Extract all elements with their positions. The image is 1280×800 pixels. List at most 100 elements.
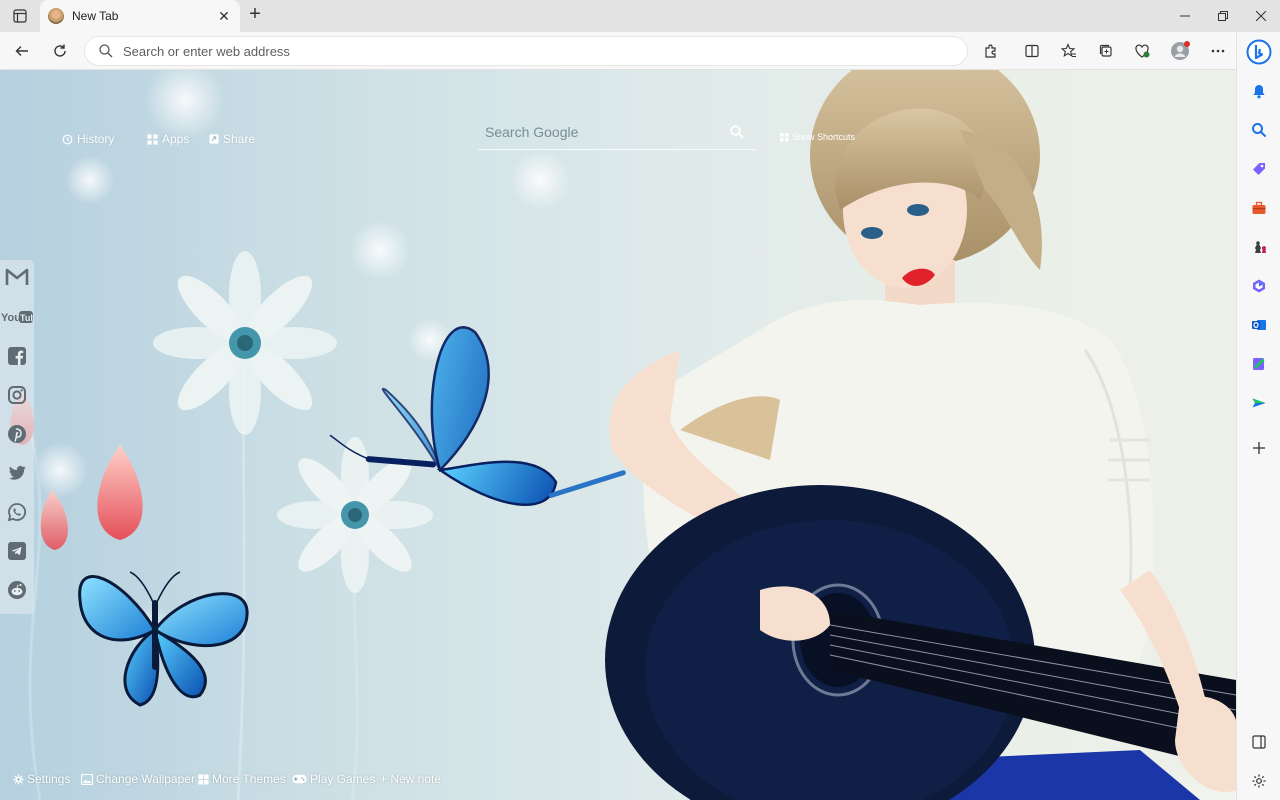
whatsapp-icon [7,503,26,522]
close-window-button[interactable] [1242,0,1280,32]
outlook-icon [1252,320,1266,330]
plus-icon [1253,442,1265,454]
title-bar: New Tab ✕ + [0,0,1280,32]
more-themes-label: More Themes [212,772,286,786]
apps-grid-icon [147,133,158,145]
twitter-link[interactable] [4,460,30,486]
restore-icon [1218,11,1228,21]
facebook-link[interactable] [4,343,30,369]
tab-favicon-icon [48,8,64,24]
hide-sidebar-button[interactable] [1249,732,1269,752]
sidebar-toggle-icon [1252,735,1266,749]
more-themes-link[interactable]: More Themes [198,772,286,786]
settings-and-more-button[interactable] [1204,37,1232,65]
whatsapp-link[interactable] [4,499,30,525]
share-label: Share [223,132,256,146]
split-screen-icon [1025,44,1039,58]
refresh-button[interactable] [46,37,74,65]
windows-grid-icon [198,773,209,785]
address-bar[interactable] [84,36,968,66]
new-note-link[interactable]: + New note [380,772,441,786]
wallpaper-image-icon [81,773,93,785]
favorites-button[interactable] [1055,37,1083,65]
show-shortcuts-toggle[interactable]: Show Shortcuts [780,132,855,142]
close-icon [1256,11,1266,21]
settings-link[interactable]: Settings [13,772,70,786]
new-tab-button[interactable]: + [244,4,266,26]
microsoft-365-button[interactable] [1249,276,1269,296]
send-drop-icon [1252,398,1266,408]
games-button[interactable] [1249,237,1269,257]
collections-icon [1099,44,1112,57]
collections-button[interactable] [1092,37,1120,65]
shortcuts-grid-icon [780,132,789,142]
more-dots-icon [1211,49,1225,53]
bing-copilot-button[interactable] [1245,38,1273,66]
search-icon [1252,123,1267,138]
shopping-tag-icon [1253,163,1265,175]
youtube-link[interactable]: YouTube [1,304,33,330]
back-arrow-icon [15,46,28,56]
change-wallpaper-link[interactable]: Change Wallpaper [81,772,195,786]
shopping-button[interactable] [1249,159,1269,179]
profile-button[interactable] [1166,37,1194,65]
apps-link[interactable]: Apps [147,132,189,146]
svg-text:Tube: Tube [20,313,33,323]
restore-button[interactable] [1204,0,1242,32]
browser-essentials-button[interactable] [1128,37,1156,65]
minimize-button[interactable] [1166,0,1204,32]
new-tab-page: History Apps Share Show Shortcuts YouTub… [0,70,1236,800]
gamepad-icon [292,774,307,784]
sidebar-search-button[interactable] [1249,120,1269,140]
google-search-box[interactable] [478,114,756,150]
extensions-puzzle-icon [985,44,996,58]
pinterest-link[interactable] [4,421,30,447]
minimize-icon [1180,15,1190,17]
facebook-icon [8,347,26,365]
microsoft-365-icon [1253,279,1265,293]
notifications-button[interactable] [1249,81,1269,101]
show-shortcuts-label: Show Shortcuts [792,132,856,142]
history-link[interactable]: History [62,132,114,146]
add-sidebar-app-button[interactable] [1249,438,1269,458]
address-input[interactable] [123,43,923,59]
tab-close-icon[interactable]: ✕ [216,8,232,25]
back-button[interactable] [8,37,36,65]
google-search-input[interactable] [478,123,718,140]
wallpaper-image [10,70,1236,800]
gmail-link[interactable] [4,264,30,290]
tools-button[interactable] [1249,198,1269,218]
share-link[interactable]: Share [209,132,255,146]
instagram-link[interactable] [4,382,30,408]
tab-actions-button[interactable] [8,6,32,26]
change-wallpaper-label: Change Wallpaper [96,772,195,786]
settings-label: Settings [27,772,71,786]
gmail-icon [5,268,29,285]
chess-games-icon [1255,241,1266,253]
refresh-icon [54,44,66,57]
instagram-icon [8,386,26,404]
telegram-icon [8,542,26,560]
play-games-label: Play Games [310,772,376,786]
share-icon [209,134,219,144]
bing-icon [1246,39,1272,65]
sidebar-settings-button[interactable] [1249,771,1269,791]
designer-button[interactable] [1249,354,1269,374]
browser-toolbar [0,32,1280,70]
favorites-star-icon [1061,43,1076,57]
history-label: History [77,132,115,146]
tab-new-tab[interactable]: New Tab ✕ [40,0,240,32]
apps-label: Apps [162,132,190,146]
designer-pen-icon [1253,358,1265,370]
reddit-link[interactable] [4,577,30,603]
bell-icon [1253,85,1265,99]
drop-button[interactable] [1249,393,1269,413]
edge-sidebar [1236,32,1280,800]
telegram-link[interactable] [4,538,30,564]
search-icon[interactable] [730,124,744,139]
pinterest-icon [8,425,26,443]
extensions-button[interactable] [977,37,1005,65]
outlook-button[interactable] [1249,315,1269,335]
play-games-link[interactable]: Play Games [292,772,375,786]
split-screen-button[interactable] [1018,37,1046,65]
